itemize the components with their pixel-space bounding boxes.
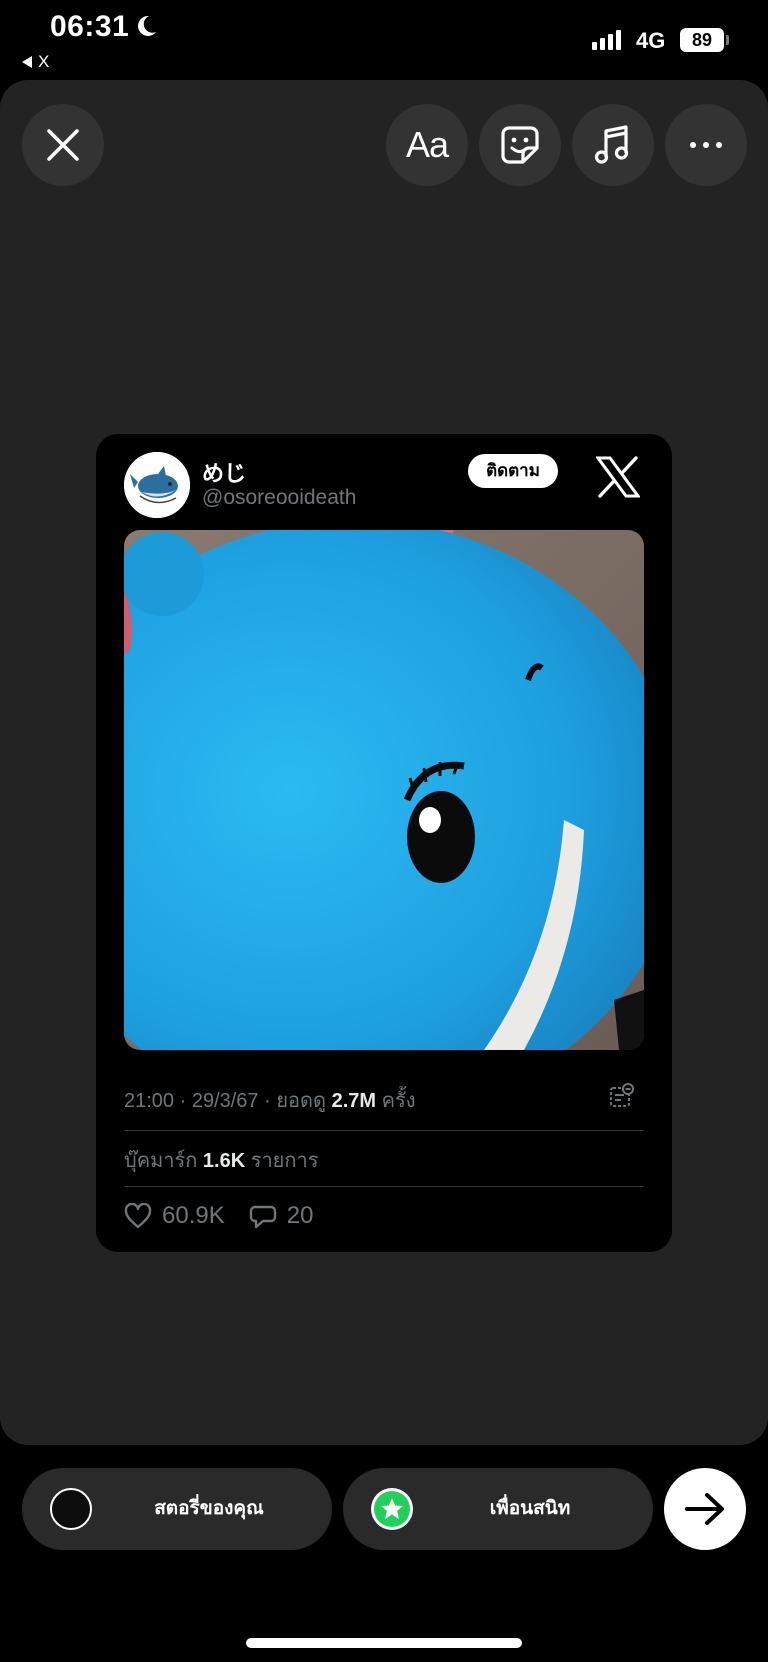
back-app-label: X <box>38 52 50 71</box>
bookmark-count: 1.6K <box>202 1150 246 1172</box>
grok-icon[interactable] <box>608 1082 636 1110</box>
more-button[interactable] <box>665 104 747 186</box>
story-avatar-icon <box>50 1488 92 1530</box>
share-bar: สตอรี่ของคุณ เพื่อนสนิท <box>0 1468 768 1552</box>
your-story-button[interactable]: สตอรี่ของคุณ <box>22 1468 332 1550</box>
engagement-row: 60.9K 20 <box>124 1202 337 1230</box>
x-logo-icon <box>596 456 640 498</box>
heart-icon <box>124 1203 152 1229</box>
close-friends-label: เพื่อนสนิท <box>489 1498 571 1519</box>
text-tool-label: Aa <box>405 124 449 165</box>
bookmark-stats: บุ๊คมาร์ก 1.6K รายการ <box>124 1150 319 1172</box>
reply-stat[interactable]: 20 <box>249 1202 314 1230</box>
comment-icon <box>249 1205 276 1229</box>
close-icon <box>47 129 79 161</box>
reply-count: 20 <box>286 1202 314 1229</box>
home-indicator[interactable] <box>246 1638 522 1648</box>
your-story-label: สตอรี่ของคุณ <box>154 1498 264 1519</box>
avatar <box>124 452 190 518</box>
battery-icon: 89 <box>680 28 724 52</box>
star-icon <box>371 1488 413 1530</box>
back-arrow-icon <box>22 56 32 68</box>
like-count: 60.9K <box>162 1202 225 1229</box>
network-type: 4G <box>636 28 666 53</box>
tweet-photo[interactable] <box>124 530 644 1050</box>
status-time: 06:31 <box>50 10 130 43</box>
divider <box>124 1186 644 1187</box>
tweet-display-name: めじ <box>202 461 247 486</box>
more-icon <box>690 142 722 148</box>
music-icon <box>594 125 629 164</box>
tweet-handle: @osoreooideath <box>202 486 357 509</box>
view-count: 2.7M <box>331 1090 377 1112</box>
next-button[interactable] <box>664 1468 746 1550</box>
story-editor: Aa めじ @osoreooideath ติดตาม 21:00 · 29/3… <box>0 80 768 1445</box>
like-stat[interactable]: 60.9K <box>124 1202 225 1230</box>
sticker-icon <box>501 126 539 164</box>
follow-button[interactable]: ติดตาม <box>468 454 558 488</box>
moon-icon <box>138 15 156 36</box>
text-tool-button[interactable]: Aa <box>386 104 468 186</box>
arrow-right-icon <box>685 1493 724 1525</box>
divider <box>124 1130 644 1131</box>
tweet-card[interactable]: めじ @osoreooideath ติดตาม 21:00 · 29/3/67… <box>96 434 672 1252</box>
back-to-app-link[interactable]: X <box>22 52 49 72</box>
tweet-meta: 21:00 · 29/3/67 · ยอดดู 2.7M ครั้ง <box>124 1090 416 1112</box>
sticker-button[interactable] <box>479 104 561 186</box>
signal-icon <box>592 28 621 50</box>
close-friends-button[interactable]: เพื่อนสนิท <box>343 1468 653 1550</box>
status-bar: 06:31 X 4G 89 <box>0 0 768 80</box>
close-button[interactable] <box>22 104 104 186</box>
music-button[interactable] <box>572 104 654 186</box>
